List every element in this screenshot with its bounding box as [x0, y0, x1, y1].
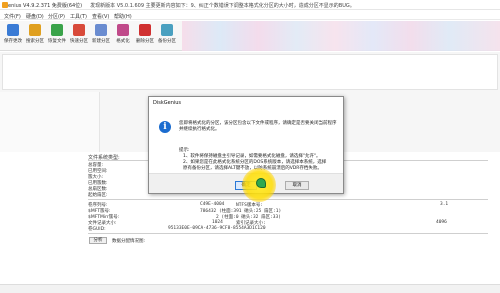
allocation-map-label: 数据分配情况图:	[112, 239, 146, 244]
menu-file[interactable]: 文件(F)	[4, 13, 21, 20]
delete-partition-button[interactable]: 删除分区	[134, 23, 156, 49]
menu-view[interactable]: 查看(V)	[92, 13, 109, 20]
index-record-size-value: 4096	[436, 220, 447, 225]
new-partition-icon	[95, 24, 107, 36]
toolbar: 保存更改 搜索分区 恢复文件 快速分区 新建分区 格式化 删除分区 备份分区	[0, 21, 500, 51]
volume-guid-value: 95133E0E-09CA-4736-9CF8-8554A3D1C120	[168, 226, 266, 231]
info-icon: i	[159, 121, 171, 133]
save-changes-button[interactable]: 保存更改	[2, 23, 24, 49]
menu-partition[interactable]: 分区(P)	[48, 13, 65, 20]
file-record-size-value: 1024	[212, 220, 223, 225]
update-notice: 发现新版本 V5.0.1.609 主要更新内容如下：9、纠正个数错误下调整本格式…	[90, 3, 355, 9]
menu-help[interactable]: 帮助(H)	[114, 13, 132, 20]
dialog-hint-line: 2、如果您是在此格式化系统分区的DOS系统版本，请选择本系统，选择	[183, 160, 327, 165]
divider	[88, 233, 488, 234]
disk-partition-bar[interactable]	[2, 54, 498, 90]
search-partition-icon	[29, 24, 41, 36]
info-label: 起始扇区:	[88, 193, 108, 198]
quick-partition-icon	[73, 24, 85, 36]
volume-serial-value: C49E-4004	[200, 202, 225, 207]
mouse-cursor-icon	[256, 178, 266, 188]
title-bar: enius V4.9.2.371 免费版(64位) 发现新版本 V5.0.1.60…	[0, 0, 500, 10]
format-button[interactable]: 格式化	[112, 23, 134, 49]
quick-partition-button[interactable]: 快速分区	[68, 23, 90, 49]
recover-file-button[interactable]: 恢复文件	[46, 23, 68, 49]
window-title: enius V4.9.2.371 免费版(64位) 发现新版本 V5.0.1.60…	[8, 3, 355, 9]
cancel-button[interactable]: 取消	[285, 181, 309, 190]
divider	[88, 199, 488, 200]
delete-partition-icon	[139, 24, 151, 36]
backup-partition-icon	[161, 24, 173, 36]
status-bar	[0, 284, 500, 293]
format-icon	[117, 24, 129, 36]
blurred-banner	[182, 21, 500, 51]
menu-disk[interactable]: 硬盘(D)	[26, 13, 44, 20]
new-partition-button[interactable]: 新建分区	[90, 23, 112, 49]
save-icon	[7, 24, 19, 36]
search-partition-button[interactable]: 搜索分区	[24, 23, 46, 49]
menu-tools[interactable]: 工具(T)	[70, 13, 87, 20]
ntfs-version-value: 3.1	[440, 202, 449, 207]
dialog-hint-title: 提示:	[179, 148, 190, 153]
recover-file-icon	[51, 24, 63, 36]
dialog-body: i 您即将格式化的分区，该分区包含以下文件或程序，请确定是否要关闭当前程序并继续…	[149, 107, 343, 171]
dialog-message: 您即将格式化的分区，该分区包含以下文件或程序，请确定是否要关闭当前程序并继续执行…	[179, 121, 337, 132]
analyze-button[interactable]: 分析	[89, 237, 107, 244]
dialog-title: DiskGenius	[153, 100, 182, 106]
dialog-hint-line: 1、软件将保持磁盘主引导记录，如需要格式化磁盘，请选择"允许"。	[183, 154, 321, 159]
backup-partition-button[interactable]: 备份分区	[156, 23, 178, 49]
volume-guid-label: 卷GUID:	[88, 227, 106, 232]
menu-bar: 文件(F) 硬盘(D) 分区(P) 工具(T) 查看(V) 帮助(H)	[0, 11, 500, 20]
